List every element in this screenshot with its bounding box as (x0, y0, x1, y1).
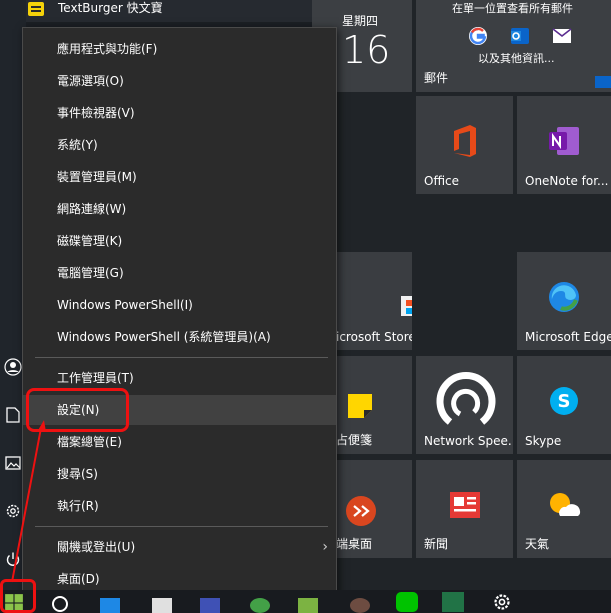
annotation-arrow (11, 420, 46, 583)
screen: TextBurger 快文寶 星期四 16 在單一位置查看所有郵件 以及其他資訊… (0, 0, 611, 613)
